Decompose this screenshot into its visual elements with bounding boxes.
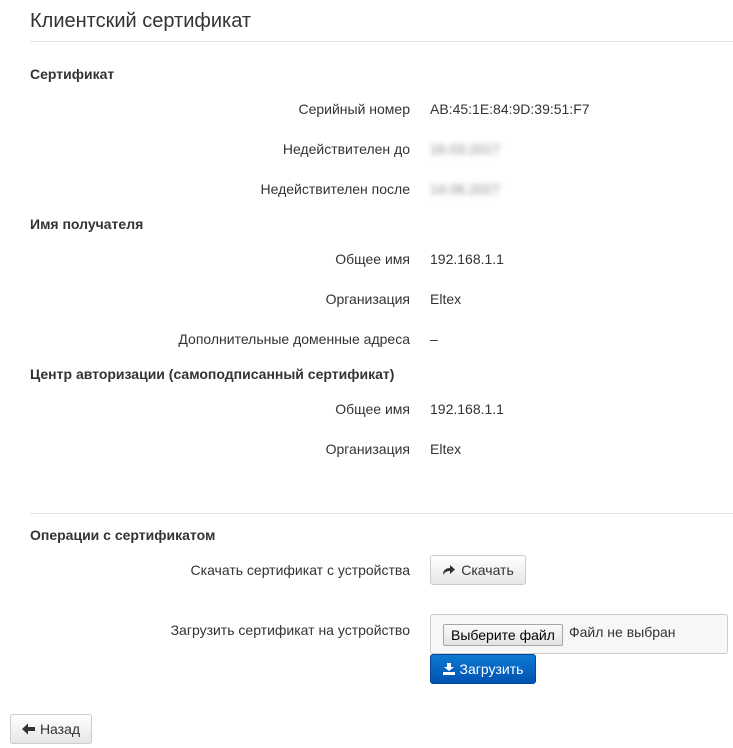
operations-divider: [30, 513, 733, 514]
download-certificate-label: Скачать сертификат с устройства: [190, 562, 410, 578]
page-title: Клиентский сертификат: [30, 10, 252, 32]
subject-organization-value: Eltex: [430, 291, 462, 307]
issuer-common-name-label: Общее имя: [335, 401, 410, 417]
section-title-subject: Имя получателя: [30, 216, 144, 232]
section-title-issuer: Центр авторизации (самоподписанный серти…: [30, 366, 395, 382]
upload-certificate-label: Загрузить сертификат на устройство: [170, 622, 410, 638]
upload-button[interactable]: Загрузить: [430, 654, 536, 684]
download-button-label: Скачать: [461, 562, 514, 578]
issuer-organization-value: Eltex: [430, 441, 462, 457]
section-title-certificate: Сертификат: [30, 66, 115, 82]
subject-common-name-value: 192.168.1.1: [430, 251, 504, 267]
choose-file-button[interactable]: Выберите файл: [443, 624, 563, 646]
not-valid-after-label: Недействителен после: [260, 181, 410, 197]
issuer-common-name-value: 192.168.1.1: [430, 401, 504, 417]
not-valid-before-value: 16.03.2017: [430, 141, 501, 157]
not-valid-after-value: 14.06.2027: [430, 181, 501, 197]
share-arrow-icon: [442, 564, 456, 576]
subject-organization-label: Организация: [325, 291, 410, 307]
subject-common-name-label: Общее имя: [335, 251, 410, 267]
serial-number-label: Серийный номер: [298, 101, 410, 117]
serial-number-value: AB:45:1E:84:9D:39:51:F7: [430, 101, 590, 117]
subject-alt-names-label: Дополнительные доменные адреса: [178, 331, 410, 347]
upload-button-label: Загрузить: [459, 661, 524, 677]
issuer-organization-label: Организация: [325, 441, 410, 457]
back-button[interactable]: Назад: [10, 714, 92, 744]
file-status-text: Файл не выбран: [569, 624, 676, 640]
title-divider: [30, 41, 733, 42]
file-input-container: Выберите файл Файл не выбран: [430, 614, 728, 654]
upload-icon: [442, 663, 455, 675]
download-button[interactable]: Скачать: [430, 555, 526, 585]
subject-alt-names-value: –: [430, 331, 438, 347]
arrow-left-icon: [21, 723, 35, 735]
not-valid-before-label: Недействителен до: [282, 141, 410, 157]
section-title-operations: Операции с сертификатом: [30, 527, 216, 543]
back-button-label: Назад: [39, 721, 81, 737]
